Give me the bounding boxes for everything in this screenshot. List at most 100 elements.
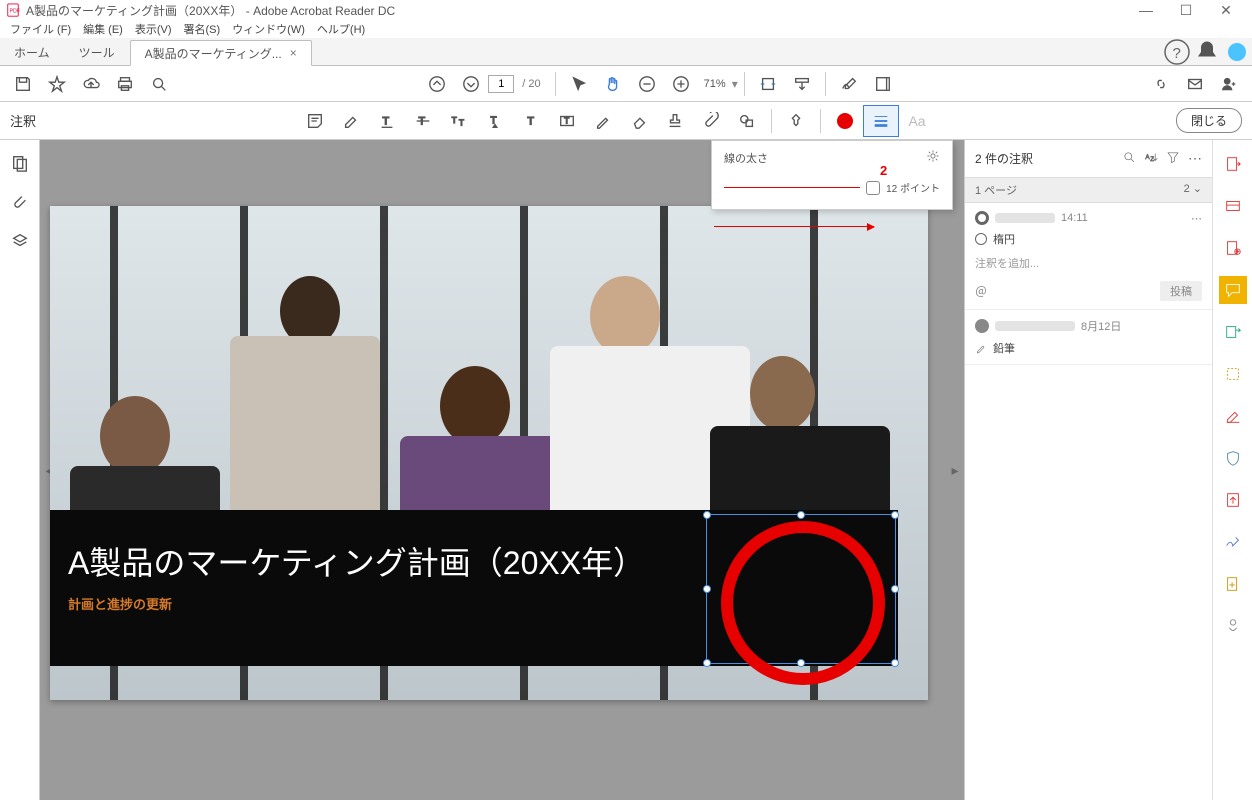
convert-icon[interactable] [1219, 486, 1247, 514]
comment-item-2[interactable]: 8月12日 鉛筆 [965, 310, 1212, 365]
eraser-icon[interactable] [621, 105, 657, 137]
tab-close-icon[interactable]: × [290, 46, 297, 60]
hand-tool-icon[interactable] [596, 68, 630, 100]
right-tools-rail [1212, 140, 1252, 800]
print-icon[interactable] [108, 68, 142, 100]
textbox-icon[interactable]: T [549, 105, 585, 137]
attach-icon[interactable] [693, 105, 729, 137]
comments-more-icon[interactable]: ⋯ [1188, 150, 1202, 167]
menu-view[interactable]: 表示(V) [129, 21, 178, 37]
comment-add-input[interactable]: 注釈を追加... [975, 255, 1202, 271]
window-title: A製品のマーケティング計画（20XX年） - Adobe Acrobat Rea… [26, 2, 1126, 19]
menu-sign[interactable]: 署名(S) [178, 21, 227, 37]
email-icon[interactable] [1178, 68, 1212, 100]
tab-tools[interactable]: ツール [65, 39, 130, 65]
redact-icon[interactable] [1219, 402, 1247, 430]
comment-time: 8月12日 [1081, 318, 1121, 334]
highlight-icon[interactable] [333, 105, 369, 137]
post-comment-button[interactable]: 投稿 [1160, 281, 1202, 301]
replace-text-icon[interactable]: TT [441, 105, 477, 137]
comments-count-label: 2 件の注釈 [975, 150, 1033, 167]
link-share-icon[interactable] [1144, 68, 1178, 100]
menu-file[interactable]: ファイル (F) [4, 21, 77, 37]
zoom-in-icon[interactable] [664, 68, 698, 100]
thickness-label: 線の太さ [724, 150, 768, 166]
thickness-slider-track[interactable] [724, 187, 860, 188]
cloud-upload-icon[interactable] [74, 68, 108, 100]
insert-text-icon[interactable]: T [477, 105, 513, 137]
comments-page-strip[interactable]: 1 ページ 2 ⌄ [965, 178, 1212, 203]
comment-item-1[interactable]: 14:11 ⋯ 楕円 注釈を追加... ＠ 投稿 [965, 203, 1212, 310]
protect-icon[interactable] [1219, 444, 1247, 472]
sign-icon[interactable] [832, 68, 866, 100]
pin-icon[interactable] [778, 105, 814, 137]
toggle-pane-icon[interactable] [866, 68, 900, 100]
thumbnails-icon[interactable] [11, 154, 29, 175]
page-up-icon[interactable] [420, 68, 454, 100]
stamp-icon[interactable] [657, 105, 693, 137]
underline-text-icon[interactable]: T [369, 105, 405, 137]
next-page-arrow[interactable]: ▸ [948, 455, 962, 485]
menu-help[interactable]: ヘルプ(H) [311, 21, 371, 37]
thickness-slider-handle[interactable] [866, 181, 880, 195]
svg-text:PDF: PDF [10, 9, 21, 15]
document-canvas[interactable]: ◂ ▸ 線の太さ 12 ポイント 2 1 [40, 140, 964, 800]
attachments-icon[interactable] [11, 193, 29, 214]
tab-home[interactable]: ホーム [0, 39, 65, 65]
help-icon[interactable]: ? [1162, 39, 1192, 65]
add-text-icon[interactable]: T [513, 105, 549, 137]
export-pdf-icon[interactable] [1219, 150, 1247, 178]
compress-icon[interactable] [1219, 360, 1247, 388]
select-tool-icon[interactable] [562, 68, 596, 100]
text-properties-icon[interactable]: Aa [899, 105, 935, 137]
layers-icon[interactable] [11, 232, 29, 253]
notifications-icon[interactable] [1192, 39, 1222, 65]
window-titlebar: PDF A製品のマーケティング計画（20XX年） - Adobe Acrobat… [0, 0, 1252, 20]
mention-icon[interactable]: ＠ [975, 283, 987, 300]
edit-pdf-icon[interactable] [1219, 234, 1247, 262]
zoom-out-icon[interactable] [630, 68, 664, 100]
organize-pages-icon[interactable] [1219, 318, 1247, 346]
find-icon[interactable] [142, 68, 176, 100]
line-thickness-button[interactable] [863, 105, 899, 137]
sticky-note-icon[interactable] [297, 105, 333, 137]
create-pdf-icon[interactable] [1219, 192, 1247, 220]
shapes-icon[interactable] [729, 105, 765, 137]
menu-edit[interactable]: 編集 (E) [77, 21, 129, 37]
more-tools-add-icon[interactable] [1219, 570, 1247, 598]
comment-tool-icon[interactable] [1219, 276, 1247, 304]
color-picker[interactable] [827, 105, 863, 137]
tutorial-arrow-icon [714, 226, 874, 227]
page-number-input[interactable] [488, 75, 514, 93]
save-icon[interactable] [6, 68, 40, 100]
share-people-icon[interactable] [1212, 68, 1246, 100]
tab-bar: ホーム ツール A製品のマーケティング... × ? [0, 38, 1252, 66]
maximize-button[interactable]: ☐ [1166, 2, 1206, 19]
svg-text:?: ? [1173, 45, 1181, 62]
pencil-small-icon [975, 342, 987, 354]
comments-filter-icon[interactable] [1166, 150, 1180, 167]
star-icon[interactable] [40, 68, 74, 100]
main-toolbar: / 20 71%▾ [0, 66, 1252, 102]
read-mode-icon[interactable] [785, 68, 819, 100]
minimize-button[interactable]: ― [1126, 2, 1166, 18]
comment-more-icon[interactable]: ⋯ [1191, 212, 1202, 225]
comments-sort-icon[interactable]: AZ [1144, 150, 1158, 167]
tab-document[interactable]: A製品のマーケティング... × [130, 40, 312, 66]
more-tools-icon[interactable] [1219, 612, 1247, 640]
menu-window[interactable]: ウィンドウ(W) [226, 21, 311, 37]
page-down-icon[interactable] [454, 68, 488, 100]
close-annotation-button[interactable]: 閉じる [1176, 108, 1242, 133]
close-window-button[interactable]: ✕ [1206, 2, 1246, 19]
svg-text:Z: Z [1150, 156, 1154, 163]
zoom-level[interactable]: 71% [698, 78, 732, 90]
fit-width-icon[interactable] [751, 68, 785, 100]
comment-time: 14:11 [1061, 212, 1088, 224]
fill-sign-icon[interactable] [1219, 528, 1247, 556]
comments-search-icon[interactable] [1122, 150, 1136, 167]
strikethrough-icon[interactable]: T [405, 105, 441, 137]
pencil-icon[interactable] [585, 105, 621, 137]
selected-oval-annotation[interactable] [706, 514, 896, 664]
thickness-settings-icon[interactable] [926, 149, 940, 166]
account-avatar[interactable] [1222, 39, 1252, 65]
